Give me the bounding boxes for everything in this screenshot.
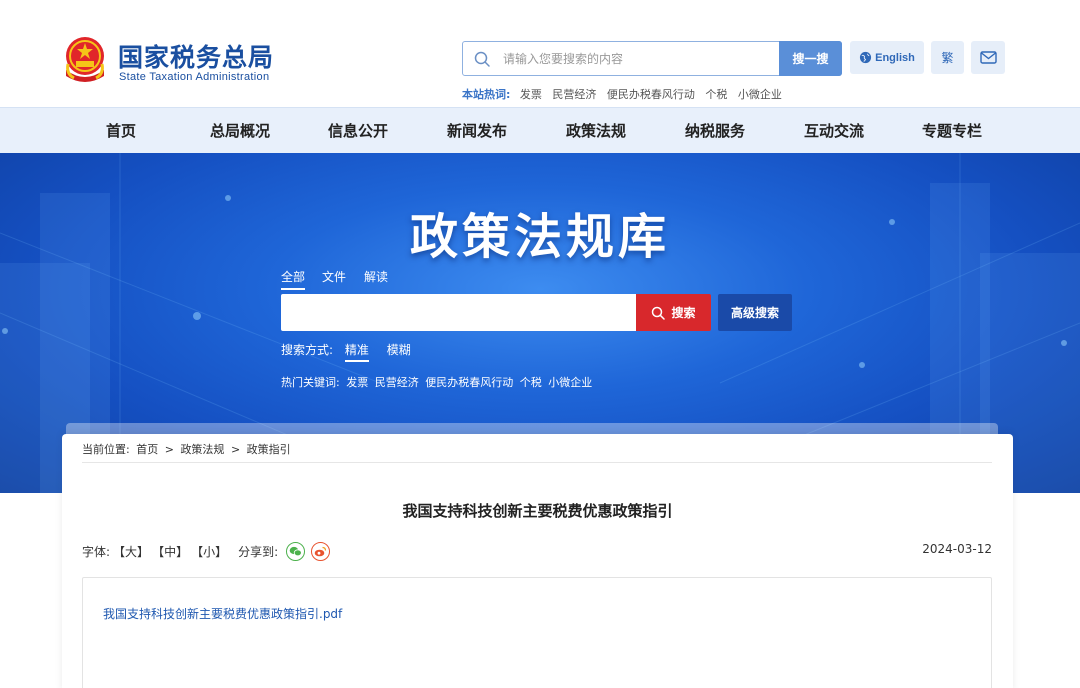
breadcrumb-separator: > (230, 443, 241, 456)
search-mode-label: 搜索方式: (281, 343, 334, 357)
hot-word-link[interactable]: 小微企业 (738, 88, 782, 101)
attachment-pdf-link[interactable]: 我国支持科技创新主要税费优惠政策指引.pdf (103, 605, 342, 622)
wechat-share-icon[interactable] (286, 542, 306, 561)
site-header: 国家税务总局 State Taxation Administration 搜一搜… (0, 0, 1080, 107)
policy-search-button[interactable]: 搜索 (636, 294, 711, 331)
search-mode: 搜索方式: 精准 模糊 (281, 341, 425, 362)
breadcrumb-divider (82, 462, 992, 463)
font-size-large[interactable]: 【大】 (113, 543, 149, 560)
hot-word-link[interactable]: 便民办税春风行动 (607, 88, 695, 101)
english-version-button[interactable]: English (850, 41, 924, 74)
hot-word-link[interactable]: 个税 (705, 88, 727, 101)
hot-keyword-link[interactable]: 个税 (520, 376, 542, 389)
mail-button[interactable] (971, 41, 1005, 74)
article-tools: 字体: 【大】 【中】 【小】 分享到: (82, 542, 331, 561)
article-title: 我国支持科技创新主要税费优惠政策指引 (402, 502, 673, 520)
breadcrumb-label: 当前位置: (82, 443, 130, 456)
hot-words-label: 本站热词: (462, 88, 511, 101)
nav-item-news[interactable]: 新闻发布 (417, 108, 537, 154)
english-label: English (875, 51, 915, 64)
font-size-label: 字体: (82, 545, 111, 559)
hot-keywords-label: 热门关键词: (281, 376, 340, 389)
banner-hot-keywords: 热门关键词: 发票 民营经济 便民办税春风行动 个税 小微企业 (281, 374, 595, 390)
hot-keyword-link[interactable]: 发票 (346, 376, 368, 389)
main-nav: 首页 总局概况 信息公开 新闻发布 政策法规 纳税服务 互动交流 专题专栏 (0, 107, 1080, 153)
breadcrumb-home[interactable]: 首页 (136, 443, 158, 456)
tab-documents[interactable]: 文件 (322, 268, 346, 288)
mail-icon (979, 51, 997, 64)
nav-item-interaction[interactable]: 互动交流 (774, 108, 894, 154)
policy-search-label: 搜索 (671, 306, 696, 320)
hot-word-link[interactable]: 民营经济 (552, 88, 596, 101)
site-search-button[interactable]: 搜一搜 (779, 41, 842, 76)
hot-keyword-link[interactable]: 小微企业 (548, 376, 592, 389)
hot-keyword-link[interactable]: 民营经济 (375, 376, 419, 389)
site-logo-title[interactable]: 国家税务总局 (118, 38, 274, 74)
site-logo-subtitle[interactable]: State Taxation Administration (119, 71, 269, 83)
font-size-medium[interactable]: 【中】 (152, 543, 188, 560)
tab-all[interactable]: 全部 (281, 268, 306, 290)
nav-item-home[interactable]: 首页 (61, 108, 181, 154)
site-search-box: 搜一搜 (462, 41, 842, 76)
share-label: 分享到: (238, 545, 279, 559)
article-date: 2024-03-12 (922, 542, 992, 556)
globe-icon (860, 51, 872, 64)
national-emblem-icon[interactable] (62, 34, 108, 84)
search-icon (474, 51, 490, 67)
nav-item-special[interactable]: 专题专栏 (892, 108, 1012, 154)
article-card: 当前位置: 首页 > 政策法规 > 政策指引 我国支持科技创新主要税费优惠政策指… (62, 434, 1013, 688)
policy-search-input[interactable] (281, 294, 637, 331)
tab-interpretations[interactable]: 解读 (364, 268, 388, 288)
search-icon (652, 306, 666, 320)
breadcrumb-policy[interactable]: 政策法规 (180, 443, 224, 456)
site-search-input[interactable] (503, 42, 773, 75)
font-size-small[interactable]: 【小】 (191, 543, 227, 560)
breadcrumb: 当前位置: 首页 > 政策法规 > 政策指引 (82, 441, 294, 457)
nav-item-policy[interactable]: 政策法规 (536, 108, 656, 154)
advanced-search-button[interactable]: 高级搜索 (718, 294, 792, 331)
traditional-chinese-button[interactable]: 繁 (931, 41, 964, 74)
nav-item-information[interactable]: 信息公开 (298, 108, 418, 154)
search-mode-exact[interactable]: 精准 (344, 343, 369, 362)
hot-keyword-link[interactable]: 便民办税春风行动 (425, 376, 513, 389)
weibo-share-icon[interactable] (311, 542, 331, 561)
breadcrumb-separator: > (164, 443, 174, 456)
nav-item-overview[interactable]: 总局概况 (180, 108, 300, 154)
hot-word-link[interactable]: 发票 (520, 88, 542, 101)
attachment-panel: 我国支持科技创新主要税费优惠政策指引.pdf (82, 577, 992, 688)
search-mode-fuzzy[interactable]: 模糊 (387, 343, 411, 360)
nav-item-tax-service[interactable]: 纳税服务 (655, 108, 775, 154)
banner-title: 政策法规库 (409, 209, 670, 265)
site-hot-words: 本站热词: 发票 民营经济 便民办税春风行动 个税 小微企业 (462, 86, 789, 102)
breadcrumb-guide[interactable]: 政策指引 (247, 443, 291, 456)
